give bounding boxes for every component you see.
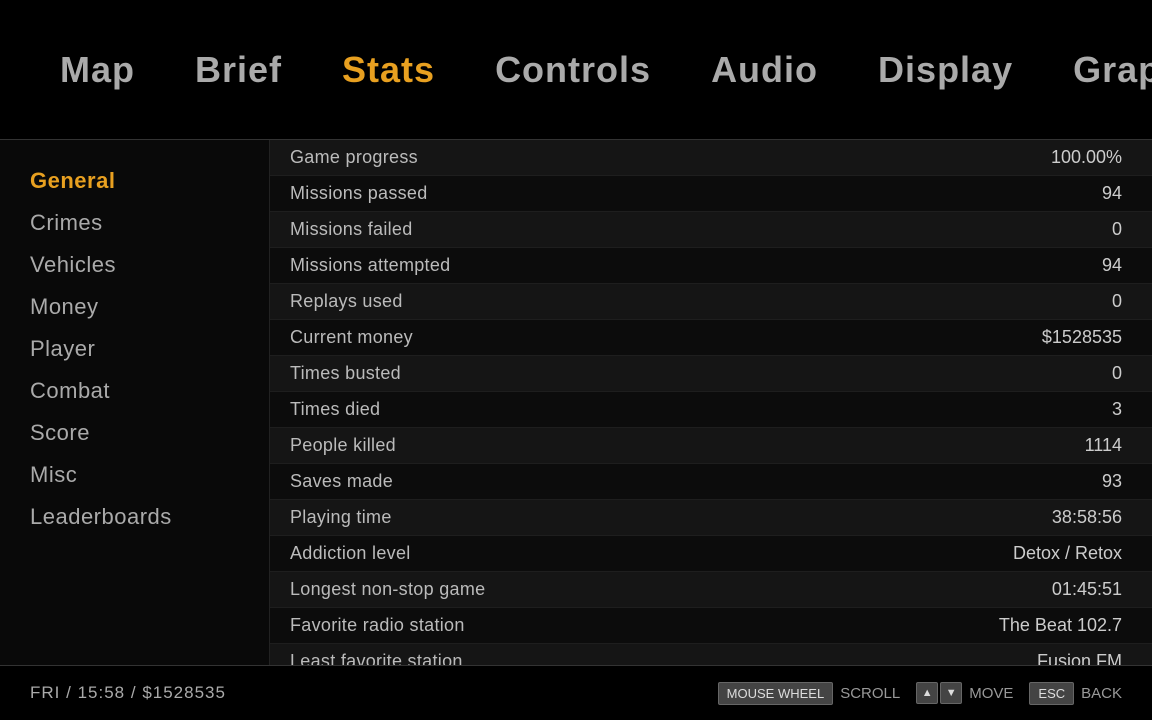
stat-label: Current money — [290, 327, 413, 348]
stat-label: Missions failed — [290, 219, 413, 240]
stat-value: 0 — [1112, 363, 1122, 384]
stat-value: 94 — [1102, 183, 1122, 204]
bottom-bar: FRI / 15:58 / $1528535 MOUSE WHEEL SCROL… — [0, 665, 1152, 720]
stat-value: 38:58:56 — [1052, 507, 1122, 528]
stats-sidebar: General Crimes Vehicles Money Player Com… — [0, 140, 270, 665]
stat-value: Fusion FM — [1037, 651, 1122, 665]
sidebar-item-misc[interactable]: Misc — [30, 454, 239, 496]
main-content: General Crimes Vehicles Money Player Com… — [0, 140, 1152, 665]
nav-map[interactable]: Map — [60, 49, 135, 91]
move-control: ▲ ▼ MOVE — [916, 682, 1013, 704]
stat-label: Longest non-stop game — [290, 579, 485, 600]
back-label: BACK — [1081, 685, 1122, 702]
stat-label: Addiction level — [290, 543, 411, 564]
stat-label: Favorite radio station — [290, 615, 465, 636]
arrow-down-icon: ▼ — [940, 682, 962, 704]
nav-graphics[interactable]: Graphics — [1073, 49, 1152, 91]
stat-value: 01:45:51 — [1052, 579, 1122, 600]
stats-panel: Game progress100.00%Missions passed94Mis… — [270, 140, 1152, 665]
esc-key: ESC — [1029, 682, 1074, 705]
stat-label: Playing time — [290, 507, 392, 528]
stat-row: Missions failed 0 — [270, 212, 1152, 248]
stat-label: Missions attempted — [290, 255, 450, 276]
stat-row: Current money $1528535 — [270, 320, 1152, 356]
sidebar-item-money[interactable]: Money — [30, 286, 239, 328]
stat-row: Least favorite station Fusion FM — [270, 644, 1152, 665]
stat-row: Times busted 0 — [270, 356, 1152, 392]
stat-label: Times busted — [290, 363, 401, 384]
stat-row: Game progress 100.00% — [270, 140, 1152, 176]
sidebar-item-crimes[interactable]: Crimes — [30, 202, 239, 244]
back-control: ESC BACK — [1029, 682, 1122, 705]
sidebar-item-vehicles[interactable]: Vehicles — [30, 244, 239, 286]
mousewheel-key: MOUSE WHEEL — [718, 682, 834, 705]
money-display: $1528535 — [142, 683, 226, 702]
nav-controls[interactable]: Controls — [495, 49, 651, 91]
stat-row: People killed 1114 — [270, 428, 1152, 464]
stat-row: Playing time 38:58:56 — [270, 500, 1152, 536]
scroll-label: SCROLL — [840, 685, 900, 702]
day-display: FRI — [30, 683, 60, 702]
stat-label: People killed — [290, 435, 396, 456]
stat-value: 0 — [1112, 219, 1122, 240]
stat-value: 3 — [1112, 399, 1122, 420]
arrow-up-icon: ▲ — [916, 682, 938, 704]
sidebar-item-player[interactable]: Player — [30, 328, 239, 370]
stat-row: Saves made 93 — [270, 464, 1152, 500]
stat-row: Longest non-stop game 01:45:51 — [270, 572, 1152, 608]
sidebar-item-general[interactable]: General — [30, 160, 239, 202]
stat-value: 93 — [1102, 471, 1122, 492]
stat-label: Game progress — [290, 147, 418, 168]
nav-stats[interactable]: Stats — [342, 49, 435, 91]
stat-row: Addiction level Detox / Retox — [270, 536, 1152, 572]
stat-label: Replays used — [290, 291, 403, 312]
top-navigation: Map Brief Stats Controls Audio Display G… — [0, 0, 1152, 140]
stat-label: Missions passed — [290, 183, 428, 204]
stat-value: $1528535 — [1042, 327, 1122, 348]
stat-value: 94 — [1102, 255, 1122, 276]
stat-row: Missions passed 94 — [270, 176, 1152, 212]
stat-value: The Beat 102.7 — [999, 615, 1122, 636]
status-info: FRI / 15:58 / $1528535 — [30, 683, 226, 703]
nav-display[interactable]: Display — [878, 49, 1013, 91]
stat-value: 0 — [1112, 291, 1122, 312]
stat-label: Least favorite station — [290, 651, 463, 665]
stat-row: Replays used 0 — [270, 284, 1152, 320]
sidebar-item-combat[interactable]: Combat — [30, 370, 239, 412]
nav-audio[interactable]: Audio — [711, 49, 818, 91]
nav-brief[interactable]: Brief — [195, 49, 282, 91]
stat-row: Times died 3 — [270, 392, 1152, 428]
move-label: MOVE — [969, 685, 1013, 702]
stat-value: 1114 — [1085, 435, 1122, 456]
stat-label: Times died — [290, 399, 380, 420]
stat-label: Saves made — [290, 471, 393, 492]
stat-row: Favorite radio station The Beat 102.7 — [270, 608, 1152, 644]
time-display: 15:58 — [78, 683, 126, 702]
sidebar-item-score[interactable]: Score — [30, 412, 239, 454]
scroll-control: MOUSE WHEEL SCROLL — [718, 682, 901, 705]
stat-value: Detox / Retox — [1013, 543, 1122, 564]
arrow-keys: ▲ ▼ — [916, 682, 962, 704]
sidebar-item-leaderboards[interactable]: Leaderboards — [30, 496, 239, 538]
stat-row: Missions attempted 94 — [270, 248, 1152, 284]
stat-value: 100.00% — [1051, 147, 1122, 168]
controls-hint: MOUSE WHEEL SCROLL ▲ ▼ MOVE ESC BACK — [718, 682, 1122, 705]
